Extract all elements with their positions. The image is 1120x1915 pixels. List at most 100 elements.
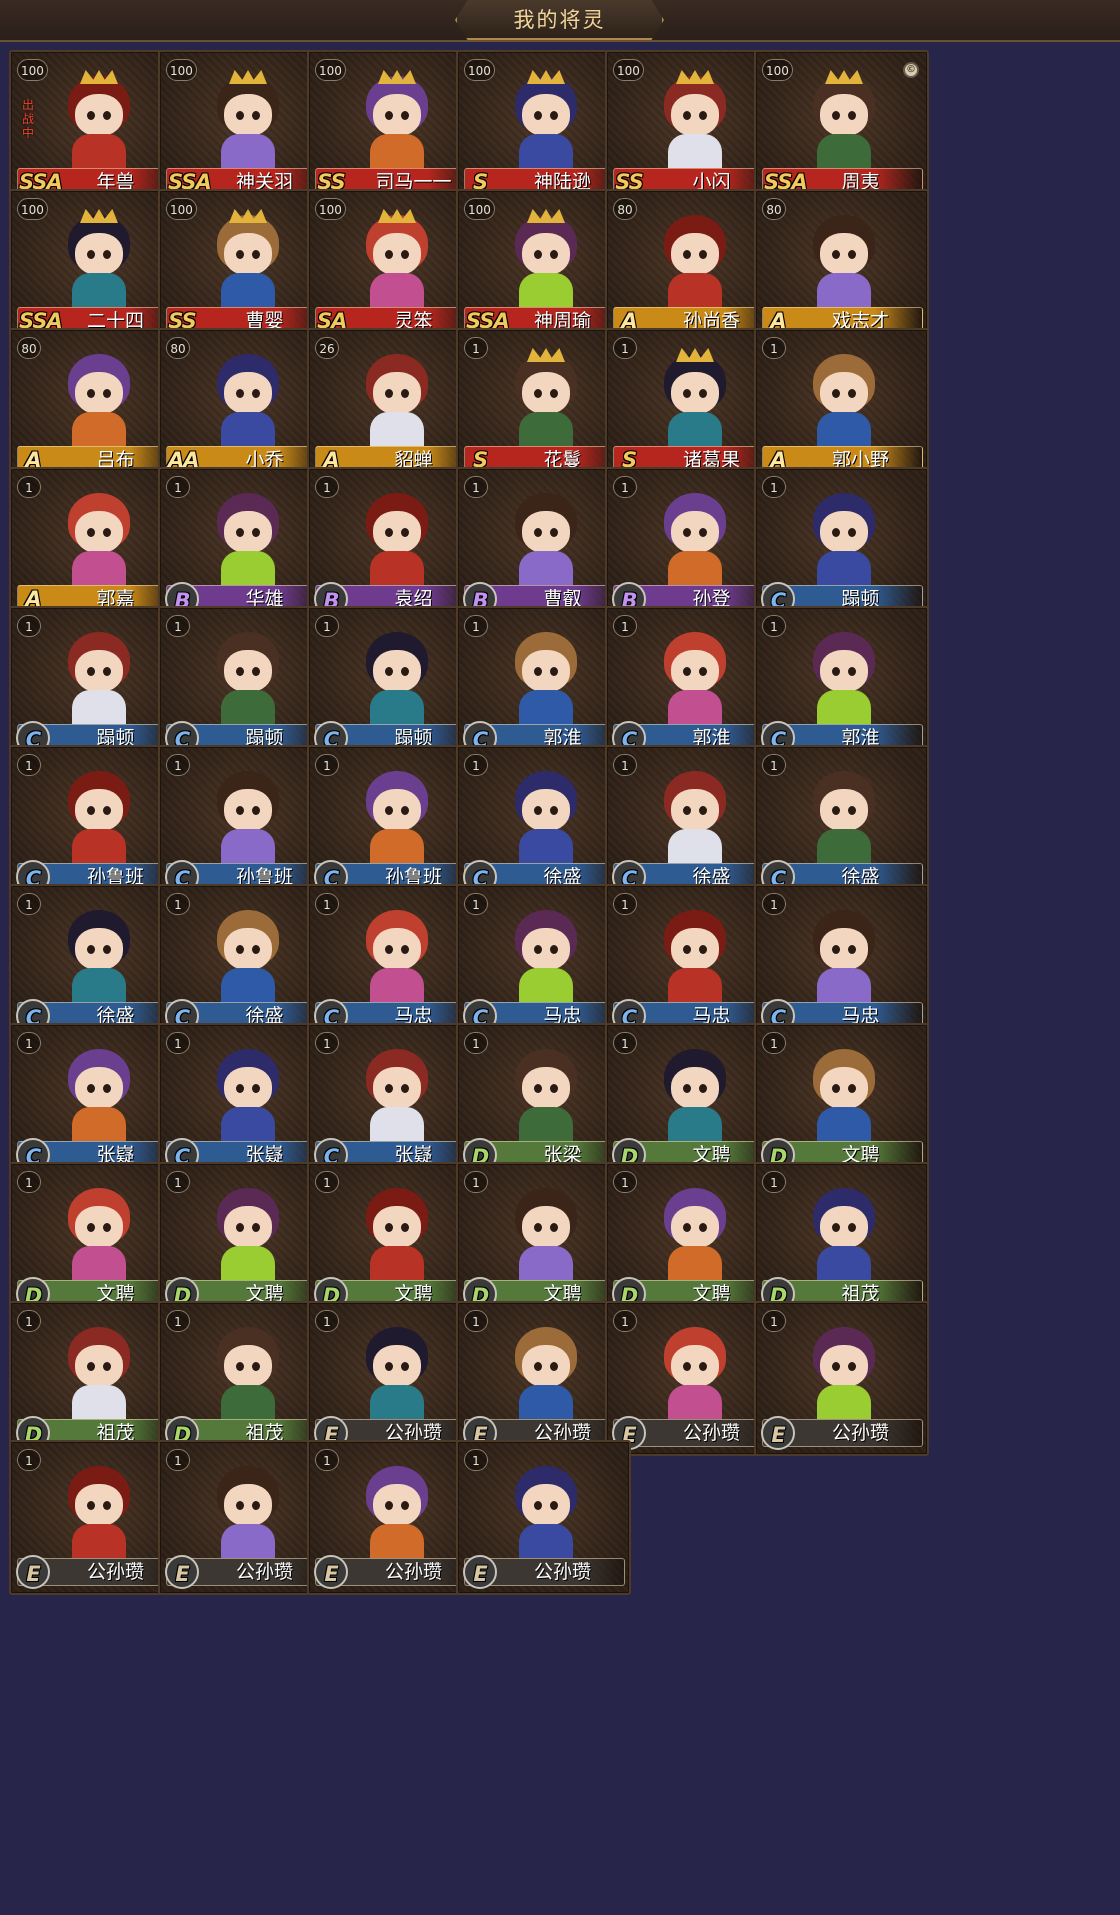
level-badge: 1: [315, 1449, 339, 1471]
equip-icon: ©: [903, 62, 919, 78]
general-portrait: [58, 489, 140, 589]
general-portrait: [654, 1323, 736, 1423]
level-badge: 80: [17, 337, 41, 359]
level-badge: 80: [613, 198, 637, 220]
general-name: 公孙瓒: [86, 1561, 144, 1583]
general-card[interactable]: 1 文聘 D: [754, 1023, 929, 1178]
level-badge: 1: [166, 754, 190, 776]
generals-grid: 100©出战中年兽SSA100©神关羽SSA100司马一一SS100©神陆逊S1…: [0, 0, 1120, 1915]
general-card[interactable]: 1 马忠 C: [754, 884, 929, 1039]
general-card[interactable]: 80 戏志才 A: [754, 189, 929, 344]
general-card[interactable]: 1 徐盛 C: [754, 745, 929, 900]
level-badge: 1: [166, 476, 190, 498]
level-badge: 1: [315, 615, 339, 637]
general-card[interactable]: 100 © 周夷 SSA: [754, 50, 929, 205]
general-portrait: [356, 906, 438, 1006]
general-portrait: [356, 1045, 438, 1145]
level-badge: 26: [315, 337, 339, 359]
general-card[interactable]: 1 郭淮 C: [754, 606, 929, 761]
level-badge: 1: [464, 337, 488, 359]
general-portrait: [505, 348, 587, 450]
rank-badge: E: [314, 1555, 348, 1589]
general-portrait: [654, 70, 736, 172]
level-badge: 1: [17, 1449, 41, 1471]
rank-badge: E: [165, 1555, 199, 1589]
level-badge: 1: [762, 615, 786, 637]
general-portrait: [356, 767, 438, 867]
general-portrait: [207, 70, 289, 172]
general-portrait: [207, 209, 289, 311]
general-portrait: [803, 70, 885, 172]
general-card[interactable]: 1 祖茂 D: [754, 1162, 929, 1317]
general-portrait: [58, 1045, 140, 1145]
general-name: 公孙瓒: [384, 1561, 442, 1583]
general-portrait: [356, 70, 438, 172]
general-name: 公孙瓒: [682, 1422, 740, 1444]
general-portrait: [654, 767, 736, 867]
level-badge: 1: [762, 337, 786, 359]
general-portrait: [803, 489, 885, 589]
general-portrait: [207, 350, 289, 450]
general-portrait: [207, 1045, 289, 1145]
general-portrait: [654, 489, 736, 589]
general-portrait: [58, 906, 140, 1006]
level-badge: 80: [166, 337, 190, 359]
general-portrait: [356, 1323, 438, 1423]
general-name: 公孙瓒: [235, 1561, 293, 1583]
general-card[interactable]: 1 公孙瓒 E: [456, 1440, 631, 1595]
general-portrait: [207, 1323, 289, 1423]
level-badge: 100: [166, 59, 197, 81]
general-portrait: [356, 1184, 438, 1284]
general-portrait: [207, 628, 289, 728]
general-portrait: [654, 628, 736, 728]
level-badge: 1: [762, 1310, 786, 1332]
general-name: 公孙瓒: [831, 1422, 889, 1444]
level-badge: 1: [464, 1032, 488, 1054]
level-badge: 100: [613, 59, 644, 81]
general-portrait: [58, 1323, 140, 1423]
general-portrait: [505, 1462, 587, 1562]
header-bar: 我的将灵: [0, 0, 1120, 42]
general-card[interactable]: 1 郭小野 A: [754, 328, 929, 483]
level-badge: 1: [315, 476, 339, 498]
level-badge: 100: [17, 198, 48, 220]
general-portrait: [803, 1323, 885, 1423]
level-badge: 1: [17, 615, 41, 637]
general-portrait: [207, 906, 289, 1006]
general-portrait: [803, 628, 885, 728]
level-badge: 1: [17, 476, 41, 498]
level-badge: 1: [464, 1171, 488, 1193]
general-portrait: [58, 209, 140, 311]
general-portrait: [654, 1045, 736, 1145]
general-portrait: [505, 1045, 587, 1145]
general-portrait: [803, 211, 885, 311]
general-portrait: [356, 489, 438, 589]
level-badge: 100: [464, 198, 495, 220]
general-portrait: [58, 350, 140, 450]
rank-badge: E: [761, 1416, 795, 1450]
general-portrait: [207, 1462, 289, 1562]
level-badge: 1: [762, 1171, 786, 1193]
general-portrait: [58, 70, 140, 172]
level-badge: 1: [17, 754, 41, 776]
level-badge: 1: [613, 1032, 637, 1054]
level-badge: 1: [315, 754, 339, 776]
general-portrait: [505, 1323, 587, 1423]
general-portrait: [803, 1184, 885, 1284]
in-battle-label: 出战中: [21, 98, 34, 140]
level-badge: 1: [762, 476, 786, 498]
level-badge: 1: [166, 1171, 190, 1193]
level-badge: 1: [166, 1310, 190, 1332]
general-portrait: [356, 1462, 438, 1562]
general-portrait: [356, 350, 438, 450]
level-badge: 1: [315, 893, 339, 915]
level-badge: 1: [464, 615, 488, 637]
level-badge: 1: [166, 1032, 190, 1054]
general-portrait: [803, 906, 885, 1006]
level-badge: 100: [315, 59, 346, 81]
level-badge: 1: [613, 337, 637, 359]
general-card[interactable]: 1 蹋顿 C: [754, 467, 929, 622]
general-card[interactable]: 1 公孙瓒 E: [754, 1301, 929, 1456]
level-badge: 100: [166, 198, 197, 220]
general-portrait: [58, 1184, 140, 1284]
